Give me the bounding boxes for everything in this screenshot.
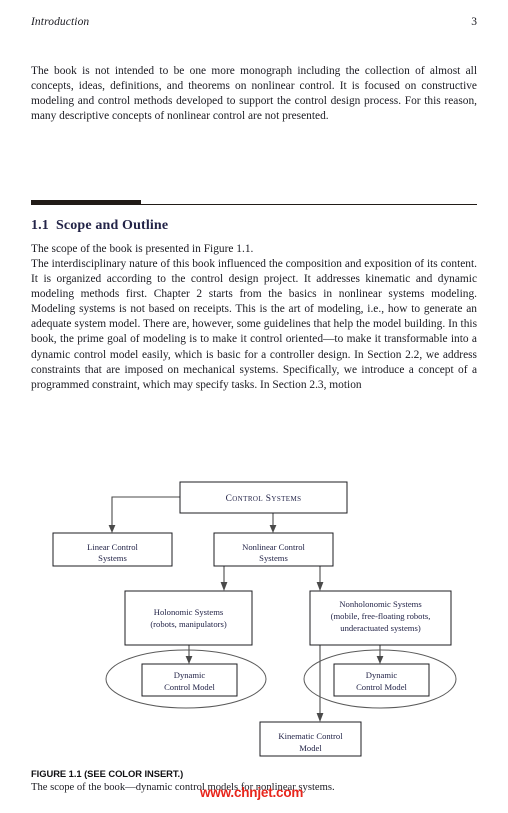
node-dynamic-control-model-left-line1: Dynamic [174, 670, 206, 680]
paragraph-intro: The book is not intended to be one more … [31, 64, 477, 124]
arrowhead-holonomic-to-dynamic-left [185, 656, 193, 664]
node-linear-control-systems-line1: Linear Control [87, 542, 138, 552]
section-rule [31, 200, 477, 206]
node-kinematic-control-model: Kinematic Control Model [259, 721, 362, 757]
arrowhead-nonholonomic-to-dynamic-right [376, 656, 384, 664]
node-dynamic-control-model-left-line2: Control Model [164, 682, 215, 692]
paragraph-scope-lead: The scope of the book is presented in Fi… [31, 242, 477, 257]
node-dynamic-control-model-right-line2: Control Model [356, 682, 407, 692]
section-title: Scope and Outline [55, 218, 169, 233]
paragraph-body-text: The interdisciplinary nature of this boo… [31, 258, 477, 391]
figure-caption-body: The scope of the book—dynamic control mo… [31, 782, 335, 793]
node-dynamic-control-model-right: Dynamic Control Model [333, 663, 430, 697]
paragraph-scope-lead-text: The scope of the book is presented in Fi… [31, 243, 254, 255]
node-kinematic-control-model-line1: Kinematic Control [278, 731, 343, 741]
node-nonlinear-control-systems-line2: Systems [259, 553, 288, 563]
node-nonholonomic-systems-line1: Nonholonomic Systems [339, 599, 422, 609]
node-nonholonomic-systems-line2: (mobile, free-floating robots, [331, 611, 431, 621]
arrowhead-nonlinear-to-nonholonomic [316, 582, 324, 591]
node-nonlinear-control-systems: Nonlinear Control Systems [213, 532, 334, 567]
running-head: Introduction 3 [31, 16, 477, 32]
paragraph-intro-text: The book is not intended to be one more … [31, 65, 477, 123]
section-rule-thick [31, 200, 141, 205]
node-linear-control-systems-line2: Systems [98, 553, 127, 563]
node-nonholonomic-systems-line3: underactuated systems) [340, 623, 421, 633]
section-rule-thin [141, 203, 477, 205]
node-holonomic-systems: Holonomic Systems (robots, manipulators) [124, 590, 253, 646]
document-page: Introduction 3 The book is not intended … [0, 0, 508, 813]
node-control-systems: Control Systems [179, 481, 348, 514]
paragraph-body: The interdisciplinary nature of this boo… [31, 257, 477, 393]
figure-1-1-diagram: Control Systems Linear Control Systems N… [0, 470, 508, 763]
arrowhead-nonholonomic-to-kinematic [316, 713, 324, 722]
node-holonomic-systems-line2: (robots, manipulators) [150, 619, 227, 629]
section-heading: 1.1 Scope and Outline [31, 218, 477, 234]
node-control-systems-label: Control Systems [226, 494, 302, 504]
arrowhead-nonlinear-to-holonomic [220, 582, 228, 591]
node-kinematic-control-model-line2: Model [299, 743, 322, 753]
running-head-title: Introduction [31, 16, 90, 28]
page-number: 3 [471, 16, 477, 28]
node-dynamic-control-model-right-line1: Dynamic [366, 670, 398, 680]
node-nonholonomic-systems: Nonholonomic Systems (mobile, free-float… [309, 590, 452, 646]
figure-caption-label: FIGURE 1.1 (SEE COLOR INSERT.) [31, 768, 184, 779]
connector-cs-to-linear [111, 496, 180, 527]
arrowhead-cs-to-linear [108, 525, 116, 533]
node-holonomic-systems-line1: Holonomic Systems [154, 607, 224, 617]
figure-caption: FIGURE 1.1 (SEE COLOR INSERT.) The scope… [31, 768, 477, 794]
node-linear-control-systems: Linear Control Systems [52, 532, 173, 567]
node-nonlinear-control-systems-line1: Nonlinear Control [242, 542, 305, 552]
arrowhead-cs-to-nonlinear [269, 525, 277, 533]
node-dynamic-control-model-left: Dynamic Control Model [141, 663, 238, 697]
section-number: 1.1 [31, 218, 49, 233]
